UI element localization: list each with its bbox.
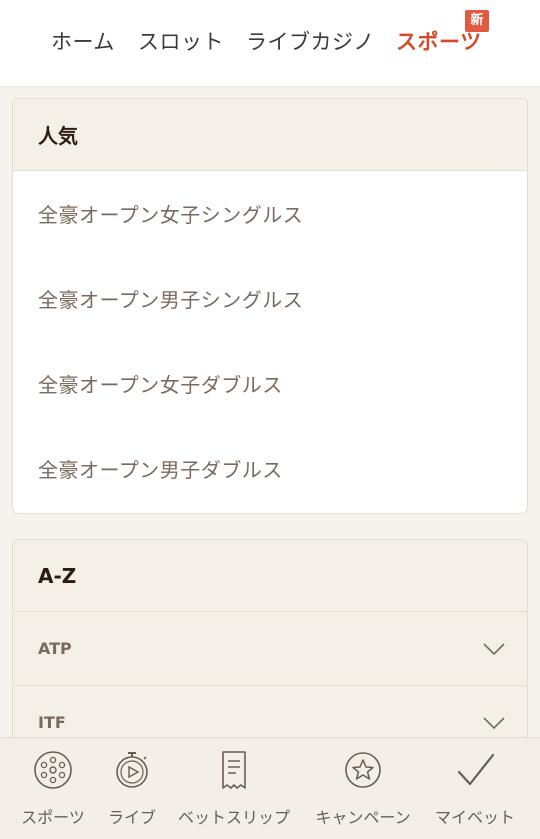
bottom-nav-sports[interactable]: スポーツ — [0, 738, 106, 839]
tab-live-casino[interactable]: ライブカジノ — [246, 28, 375, 56]
bottom-nav-label: ベットスリップ — [177, 808, 291, 827]
popular-item[interactable]: 全豪オープン女子シングルス — [13, 171, 527, 256]
bottom-nav: スポーツ ライブ ベットスリップ キャンペーン マイベット — [0, 737, 540, 839]
bottom-nav-live[interactable]: ライブ — [92, 738, 172, 839]
popular-card: 人気 全豪オープン女子シングルス 全豪オープン男子シングルス 全豪オープン女子ダ… — [12, 98, 528, 514]
bottom-nav-label: マイベット — [434, 808, 516, 827]
popular-item[interactable]: 全豪オープン男子シングルス — [13, 256, 527, 341]
tab-sports[interactable]: スポーツ — [396, 28, 482, 56]
tab-home[interactable]: ホーム — [51, 28, 115, 56]
chevron-down-icon — [483, 716, 505, 729]
bottom-nav-label: ライブ — [107, 808, 157, 827]
chevron-down-icon — [483, 642, 505, 655]
bottom-nav-label: キャンペーン — [315, 808, 411, 827]
az-header: A-Z — [13, 540, 527, 612]
checkmark-icon — [457, 753, 495, 786]
bottom-nav-betslip[interactable]: ベットスリップ — [174, 738, 294, 839]
top-nav: ホーム スロット ライブカジノ スポーツ 新 — [0, 0, 540, 87]
stopwatch-icon — [116, 752, 148, 788]
main-content: 人気 全豪オープン女子シングルス 全豪オープン男子シングルス 全豪オープン女子ダ… — [0, 87, 540, 779]
bottom-nav-mybets[interactable]: マイベット — [428, 738, 522, 839]
soccer-ball-icon — [34, 751, 72, 789]
receipt-icon — [222, 751, 246, 789]
new-badge: 新 — [465, 10, 489, 32]
tab-slots[interactable]: スロット — [138, 28, 224, 56]
bottom-nav-campaign[interactable]: キャンペーン — [308, 738, 418, 839]
popular-item[interactable]: 全豪オープン男子ダブルス — [13, 426, 527, 511]
popular-item[interactable]: 全豪オープン女子ダブルス — [13, 341, 527, 426]
popular-header: 人気 — [13, 99, 527, 171]
az-item-label: ATP — [38, 639, 72, 658]
az-item-label: ITF — [38, 713, 66, 732]
az-item-atp[interactable]: ATP — [13, 612, 527, 686]
star-badge-icon — [345, 752, 381, 788]
bottom-nav-label: スポーツ — [21, 808, 85, 827]
